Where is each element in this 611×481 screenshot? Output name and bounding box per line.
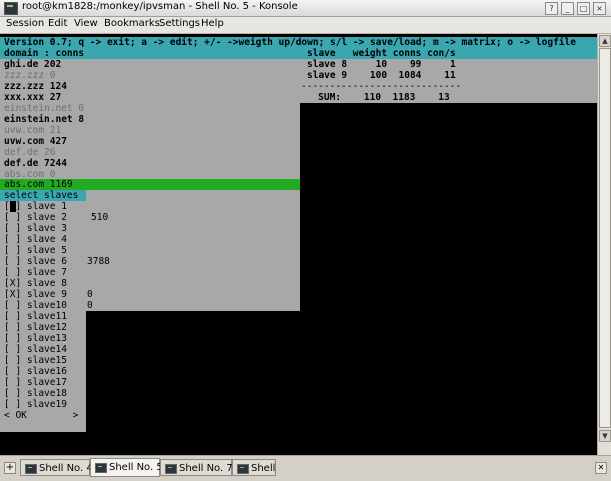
- domain-entry[interactable]: einstein.net 8: [4, 114, 84, 125]
- slave-checkbox[interactable]: [ ] slave14: [4, 344, 67, 355]
- title-bar: root@km1828:/monkey/ipvsman - Shell No. …: [0, 0, 611, 17]
- slave-checkbox[interactable]: [ ] slave15: [4, 355, 67, 366]
- slave-checkbox[interactable]: [ ] slave18: [4, 388, 67, 399]
- scroll-down-arrow-icon[interactable]: ▼: [599, 430, 611, 442]
- tab-shell-no-4[interactable]: Shell No. 4: [20, 459, 93, 476]
- slave-checkbox[interactable]: [ ] slave 1: [4, 201, 67, 212]
- slave-checkbox[interactable]: [ ] slave19: [4, 399, 67, 410]
- domain-entry[interactable]: uvw.com 21: [4, 125, 61, 136]
- stats-header: slave weight conns con/s: [307, 48, 456, 59]
- close-session-icon[interactable]: ✕: [595, 462, 607, 474]
- konsole-icon[interactable]: [4, 2, 18, 15]
- terminal-icon: [25, 464, 37, 474]
- menu-bar: Session Edit View Bookmarks Settings Hel…: [0, 17, 611, 34]
- slave-conn-count: 3788: [87, 256, 110, 267]
- terminal-icon: [95, 463, 107, 473]
- slave-checkbox[interactable]: [ ] slave 5: [4, 245, 67, 256]
- stats-separator: ----------------------------: [301, 81, 462, 92]
- terminal-icon: [165, 464, 177, 474]
- scroll-up-arrow-icon[interactable]: ▲: [599, 35, 611, 47]
- menu-view[interactable]: View: [74, 18, 98, 29]
- domain-entry[interactable]: zzz.zzz 0: [4, 70, 55, 81]
- domain-entry[interactable]: ghi.de 202: [4, 59, 61, 70]
- session-tab-bar: + Shell No. 4 Shell No. 5 Shell No. 7 Sh…: [0, 455, 611, 481]
- window-title: root@km1828:/monkey/ipvsman - Shell No. …: [22, 1, 298, 12]
- ok-button[interactable]: < OK >: [4, 410, 78, 421]
- slave-conn-count: 0: [87, 300, 93, 311]
- slave-checkbox[interactable]: [ ] slave 7: [4, 267, 67, 278]
- slave-checkbox[interactable]: [ ] slave12: [4, 322, 67, 333]
- slave-checkbox[interactable]: [ ] slave11: [4, 311, 67, 322]
- maximize-button[interactable]: □: [577, 2, 590, 15]
- menu-settings[interactable]: Settings: [159, 18, 200, 29]
- slave-conn-count: 510: [91, 212, 109, 223]
- slave-checkbox[interactable]: [X] slave 8: [4, 278, 67, 289]
- slave-checkbox[interactable]: [ ] slave 6: [4, 256, 67, 267]
- slave-checkbox[interactable]: [ ] slave 3: [4, 223, 67, 234]
- menu-edit[interactable]: Edit: [48, 18, 67, 29]
- domain-column-header: domain : conns: [4, 48, 85, 59]
- minimize-button[interactable]: _: [561, 2, 574, 15]
- terminal-scrollbar[interactable]: ▲ ▼: [597, 34, 611, 455]
- domain-entry[interactable]: def.de 7244: [4, 158, 67, 169]
- slave-checkbox[interactable]: [X] slave 9: [4, 289, 67, 300]
- close-button[interactable]: ×: [593, 2, 606, 15]
- slave-checkbox[interactable]: [ ] slave10: [4, 300, 67, 311]
- domain-entry-selected[interactable]: abs.com 1169: [4, 179, 73, 190]
- slave-checkbox[interactable]: [ ] slave16: [4, 366, 67, 377]
- terminal[interactable]: Version 0.7; q -> exit; a -> edit; +/- -…: [0, 34, 597, 455]
- scrollbar-thumb[interactable]: [599, 48, 611, 428]
- stats-row: slave 9 100 1084 11: [307, 70, 456, 81]
- domain-entry[interactable]: def.de 26: [4, 147, 55, 158]
- slave-checkbox[interactable]: [ ] slave13: [4, 333, 67, 344]
- domain-entry[interactable]: zzz.zzz 124: [4, 81, 67, 92]
- tab-shell[interactable]: Shell: [232, 459, 276, 476]
- domain-entry[interactable]: einstein.net 0: [4, 103, 84, 114]
- tab-shell-no-5[interactable]: Shell No. 5: [90, 458, 163, 477]
- menu-session[interactable]: Session: [6, 18, 44, 29]
- keybinding-help: Version 0.7; q -> exit; a -> edit; +/- -…: [4, 37, 576, 48]
- help-button[interactable]: ?: [545, 2, 558, 15]
- menu-help[interactable]: Help: [201, 18, 224, 29]
- slave-checkbox[interactable]: [ ] slave 2: [4, 212, 67, 223]
- terminal-icon: [237, 464, 249, 474]
- menu-bookmarks[interactable]: Bookmarks: [104, 18, 160, 29]
- select-slaves-title: select slaves: [4, 190, 79, 201]
- stats-row: slave 8 10 99 1: [307, 59, 456, 70]
- slave-checkbox[interactable]: [ ] slave 4: [4, 234, 67, 245]
- new-session-icon[interactable]: +: [4, 462, 16, 474]
- slave-checkbox[interactable]: [ ] slave17: [4, 377, 67, 388]
- tab-shell-no-7[interactable]: Shell No. 7: [160, 459, 233, 476]
- slave-conn-count: 0: [87, 289, 93, 300]
- domain-entry[interactable]: uvw.com 427: [4, 136, 67, 147]
- stats-sum: SUM: 110 1183 13: [301, 92, 450, 103]
- domain-entry[interactable]: xxx.xxx 27: [4, 92, 61, 103]
- domain-panel-lower: [86, 190, 300, 311]
